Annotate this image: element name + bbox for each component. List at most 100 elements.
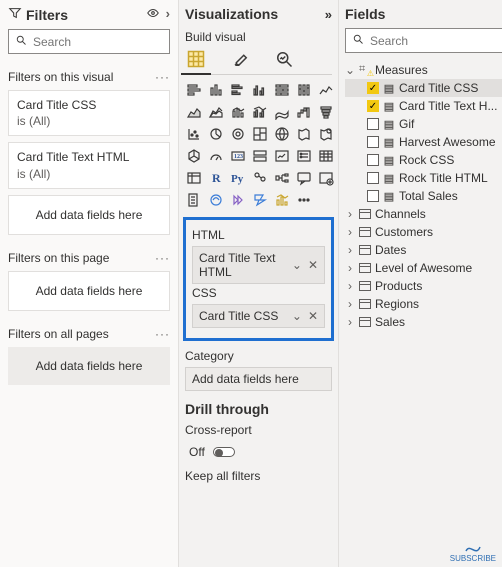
eye-icon[interactable]: [146, 6, 160, 23]
filters-search-input[interactable]: [33, 35, 188, 49]
measure-label: Harvest Awesome: [399, 135, 502, 149]
filters-search[interactable]: [8, 29, 170, 54]
more-icon[interactable]: ···: [155, 70, 170, 84]
viz-line-icon[interactable]: [317, 81, 335, 99]
tree-measure-item[interactable]: ▤Gif: [345, 115, 502, 133]
cross-report-toggle[interactable]: [213, 447, 235, 457]
checkbox[interactable]: [367, 190, 379, 202]
viz-map-icon[interactable]: [273, 125, 291, 143]
viz-azure-map-icon[interactable]: [317, 125, 335, 143]
viz-python-icon[interactable]: Py: [229, 169, 247, 187]
filter-card[interactable]: Card Title CSS is (All): [8, 90, 170, 136]
tree-measure-item[interactable]: ✓▤Card Title CSS: [345, 79, 502, 97]
viz-smart-narrative-icon[interactable]: [317, 169, 335, 187]
viz-scatter-icon[interactable]: [185, 125, 203, 143]
viz-matrix-icon[interactable]: [185, 169, 203, 187]
tree-measure-item[interactable]: ✓▤Card Title Text H...: [345, 97, 502, 115]
viz-100-stacked-column-icon[interactable]: [295, 81, 313, 99]
table-icon: [359, 209, 371, 219]
tree-table-item[interactable]: ›Regions: [345, 295, 502, 313]
viz-table-icon[interactable]: [317, 147, 335, 165]
well-css[interactable]: Card Title CSS ⌄✕: [192, 304, 325, 328]
viz-shape-map-icon[interactable]: [185, 147, 203, 165]
tree-table-measures[interactable]: ⌄ Measures: [345, 61, 502, 79]
checkbox[interactable]: [367, 154, 379, 166]
viz-more-icon[interactable]: [295, 191, 313, 209]
table-icon: [359, 317, 371, 327]
viz-key-influencers-icon[interactable]: [251, 169, 269, 187]
viz-area-icon[interactable]: [185, 103, 203, 121]
viz-clustered-column-icon[interactable]: [251, 81, 269, 99]
tree-table-item[interactable]: ›Level of Awesome: [345, 259, 502, 277]
viz-100-stacked-bar-icon[interactable]: [273, 81, 291, 99]
viz-kpi-icon[interactable]: [273, 147, 291, 165]
well-category[interactable]: Add data fields here: [185, 367, 332, 391]
remove-icon[interactable]: ✕: [308, 258, 318, 272]
viz-donut-icon[interactable]: [229, 125, 247, 143]
add-fields-visual[interactable]: Add data fields here: [8, 195, 170, 235]
table-label: Customers: [375, 225, 502, 239]
more-icon[interactable]: ···: [155, 327, 170, 341]
tab-build[interactable]: [185, 48, 207, 70]
filter-icon: [8, 6, 22, 23]
tree-table-item[interactable]: ›Sales: [345, 313, 502, 331]
collapse-icon[interactable]: »: [325, 7, 332, 22]
viz-goals-icon[interactable]: [273, 191, 291, 209]
viz-card-icon[interactable]: 123: [229, 147, 247, 165]
viz-qa-icon[interactable]: [295, 169, 313, 187]
checkbox[interactable]: [367, 118, 379, 130]
viz-multi-card-icon[interactable]: [251, 147, 269, 165]
checkbox[interactable]: ✓: [367, 100, 379, 112]
fields-search-input[interactable]: [370, 34, 502, 48]
filters-pane: Filters › Filters on this visual ··· Car…: [0, 0, 178, 567]
tree-table-item[interactable]: ›Products: [345, 277, 502, 295]
viz-stacked-bar-icon[interactable]: [185, 81, 203, 99]
tree-measure-item[interactable]: ▤Total Sales: [345, 187, 502, 205]
caret-right-icon: ›: [345, 315, 355, 329]
viz-line-stacked-column-icon[interactable]: [229, 103, 247, 121]
remove-icon[interactable]: ✕: [308, 309, 318, 323]
checkbox[interactable]: [367, 136, 379, 148]
viz-pie-icon[interactable]: [207, 125, 225, 143]
viz-r-icon[interactable]: R: [207, 169, 225, 187]
checkbox[interactable]: ✓: [367, 82, 379, 94]
chevron-down-icon[interactable]: ⌄: [292, 258, 302, 272]
tree-measure-item[interactable]: ▤Harvest Awesome: [345, 133, 502, 151]
tree-table-item[interactable]: ›Dates: [345, 241, 502, 259]
viz-line-clustered-column-icon[interactable]: [251, 103, 269, 121]
tree-table-item[interactable]: ›Customers: [345, 223, 502, 241]
toggle-state: Off: [189, 445, 205, 459]
add-fields-page[interactable]: Add data fields here: [8, 271, 170, 311]
viz-ribbon-icon[interactable]: [273, 103, 291, 121]
well-html[interactable]: Card Title Text HTML ⌄✕: [192, 246, 325, 284]
viz-clustered-bar-icon[interactable]: [229, 81, 247, 99]
viz-paginated-icon[interactable]: [185, 191, 203, 209]
tree-measure-item[interactable]: ▤Rock Title HTML: [345, 169, 502, 187]
add-fields-all[interactable]: Add data fields here: [8, 347, 170, 385]
viz-filled-map-icon[interactable]: [295, 125, 313, 143]
viz-powerapps-icon[interactable]: [229, 191, 247, 209]
viz-stacked-column-icon[interactable]: [207, 81, 225, 99]
fields-search[interactable]: [345, 28, 502, 53]
viz-waterfall-icon[interactable]: [295, 103, 313, 121]
more-icon[interactable]: ···: [155, 251, 170, 265]
viz-arcgis-icon[interactable]: [207, 191, 225, 209]
chevron-down-icon[interactable]: ⌄: [292, 309, 302, 323]
viz-gauge-icon[interactable]: [207, 147, 225, 165]
checkbox[interactable]: [367, 172, 379, 184]
caret-right-icon: ›: [345, 261, 355, 275]
tab-analytics[interactable]: [273, 48, 295, 70]
viz-funnel-icon[interactable]: [317, 103, 335, 121]
viz-slicer-icon[interactable]: [295, 147, 313, 165]
viz-automate-icon[interactable]: [251, 191, 269, 209]
viz-decomposition-icon[interactable]: [273, 169, 291, 187]
expand-icon[interactable]: ›: [166, 6, 170, 23]
measure-label: Rock Title HTML: [399, 171, 502, 185]
tree-table-item[interactable]: ›Channels: [345, 205, 502, 223]
filter-card[interactable]: Card Title Text HTML is (All): [8, 142, 170, 188]
viz-stacked-area-icon[interactable]: [207, 103, 225, 121]
measure-label: Rock CSS: [399, 153, 502, 167]
viz-treemap-icon[interactable]: [251, 125, 269, 143]
tree-measure-item[interactable]: ▤Rock CSS: [345, 151, 502, 169]
tab-format[interactable]: [229, 48, 251, 70]
